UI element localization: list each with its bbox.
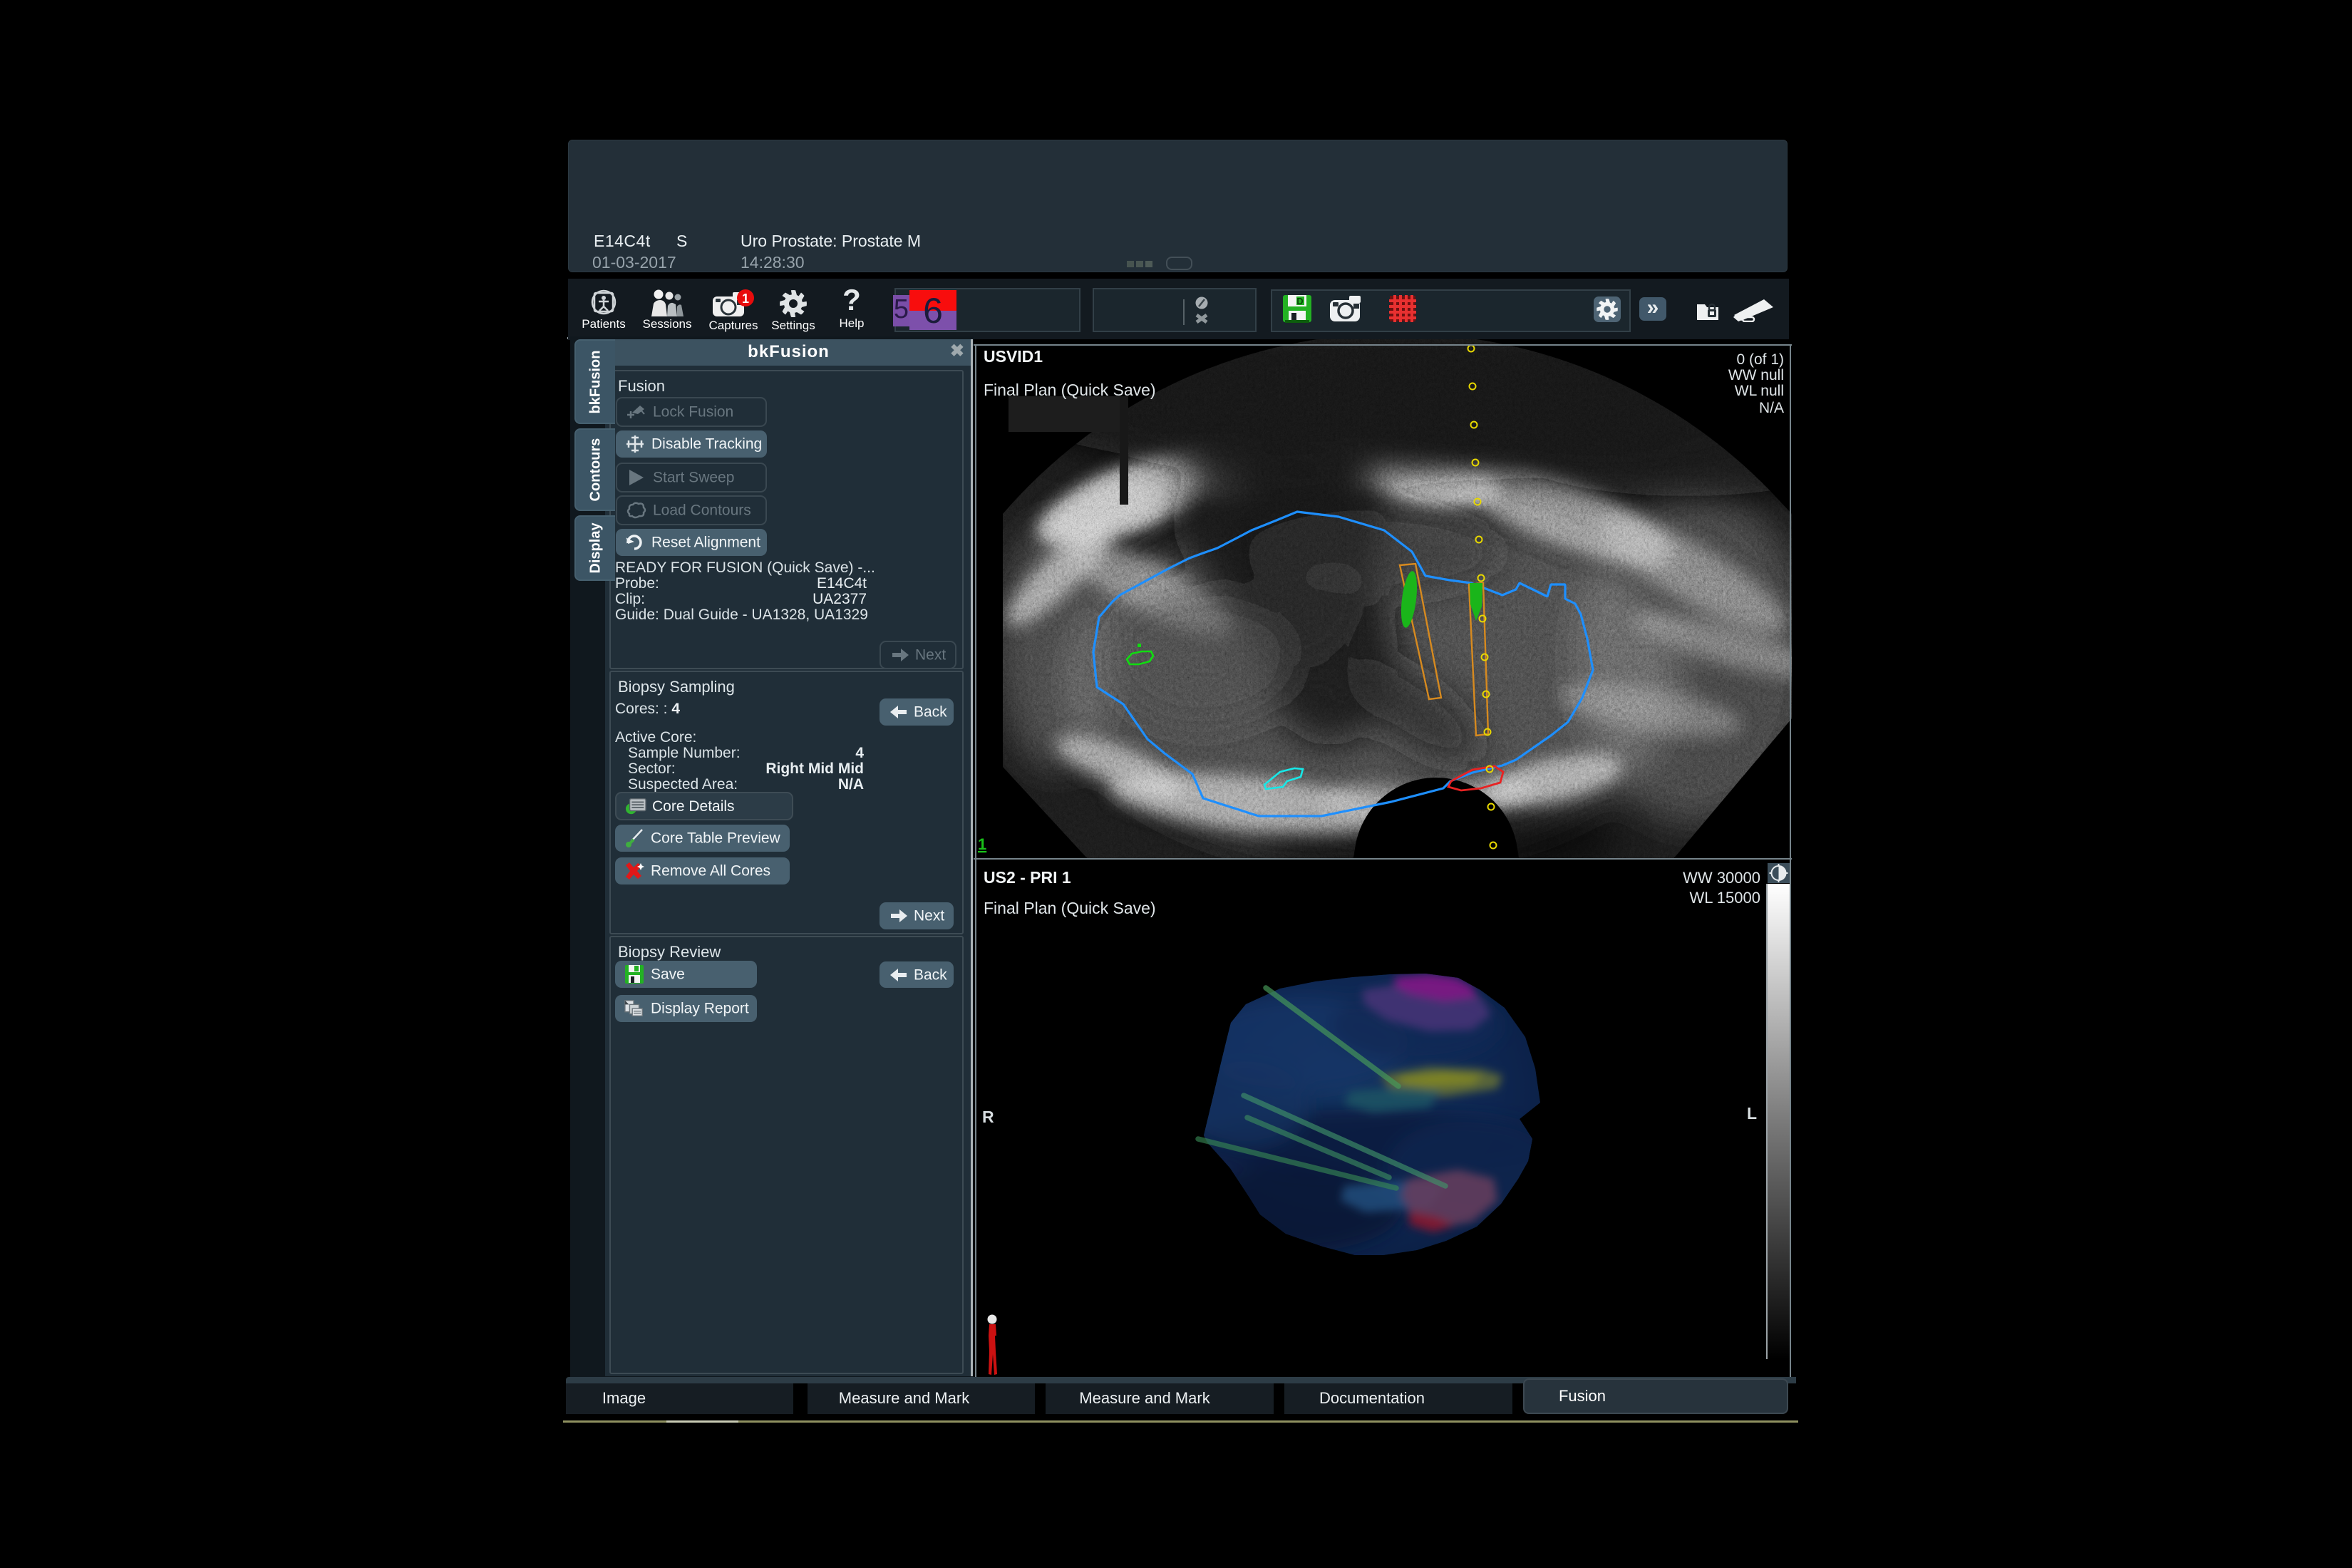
- svg-text:1: 1: [978, 835, 986, 853]
- svg-text:Final Plan (Quick Save): Final Plan (Quick Save): [984, 899, 1156, 917]
- svg-text:D: D: [1296, 296, 1303, 306]
- svg-text:Final Plan (Quick Save): Final Plan (Quick Save): [984, 381, 1156, 399]
- svg-text:WL null: WL null: [1735, 383, 1784, 399]
- svg-text:L: L: [1747, 1104, 1757, 1123]
- svg-text:WW 30000: WW 30000: [1683, 869, 1760, 887]
- svg-text:N/A: N/A: [1759, 400, 1784, 416]
- svg-text:1: 1: [742, 292, 749, 306]
- svg-text:US2 - PRI 1: US2 - PRI 1: [984, 868, 1071, 887]
- svg-text:R: R: [982, 1108, 994, 1126]
- svg-text:USVID1: USVID1: [984, 347, 1043, 366]
- svg-text:0 (of 1): 0 (of 1): [1736, 351, 1784, 368]
- svg-text:WW null: WW null: [1728, 367, 1784, 383]
- svg-text:WL 15000: WL 15000: [1690, 889, 1760, 907]
